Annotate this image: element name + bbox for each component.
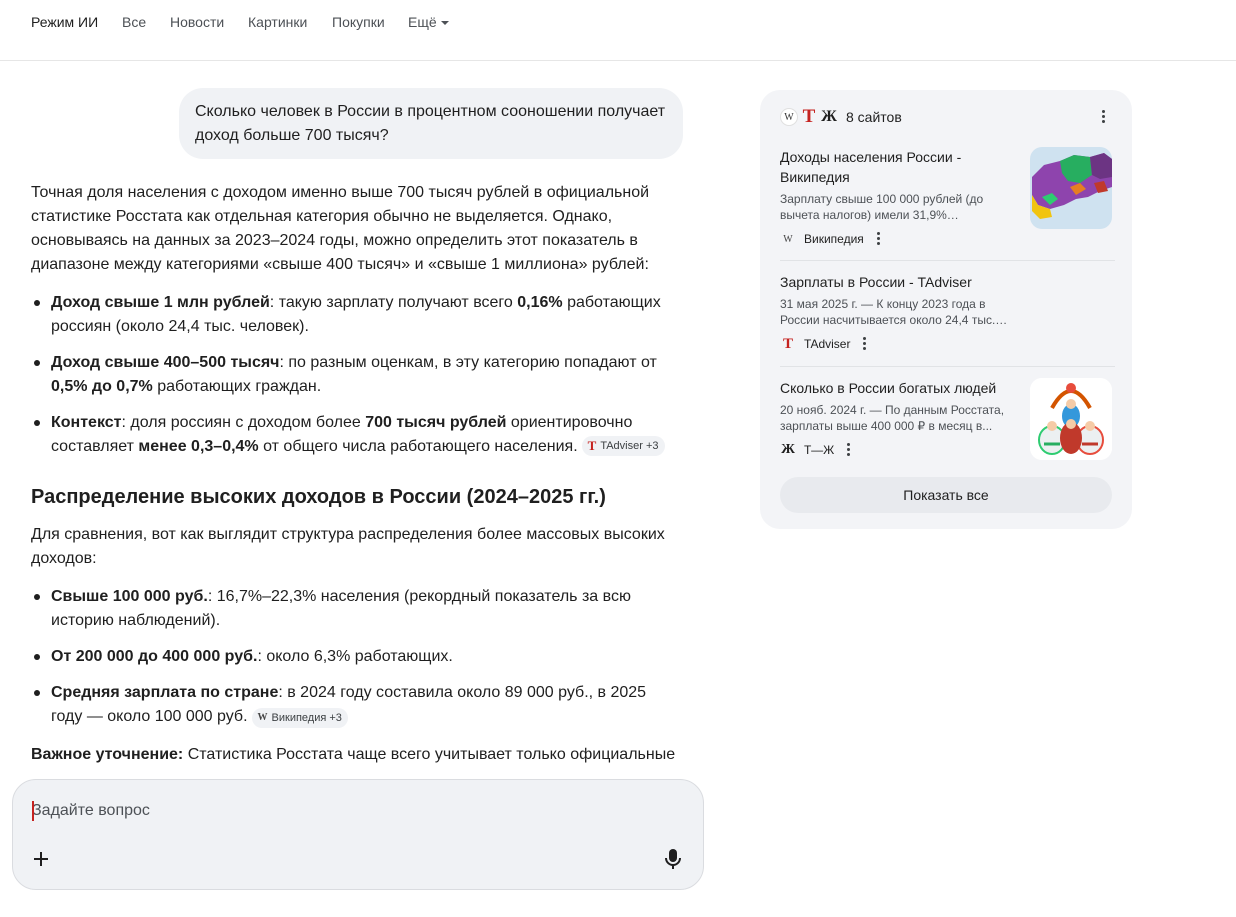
sources-header[interactable]: W T Ж 8 сайтов bbox=[780, 106, 902, 128]
tzh-icon: Ж bbox=[781, 442, 795, 457]
source-snippet: 31 мая 2025 г. — К концу 2023 года в Рос… bbox=[780, 297, 996, 327]
more-options-icon[interactable] bbox=[870, 231, 886, 247]
microphone-button[interactable] bbox=[661, 846, 685, 872]
source-chip-tadviser[interactable]: T TAdviser +3 bbox=[581, 436, 665, 456]
list-item-text: : по разным оценкам, в эту категорию поп… bbox=[279, 354, 657, 371]
source-site-name: Википедия bbox=[804, 232, 864, 246]
source-site: W Википедия bbox=[780, 231, 1112, 247]
tab-more-label: Ещё bbox=[408, 14, 437, 30]
list-item-bold: 0,5% до 0,7% bbox=[51, 378, 153, 395]
list-item-bold: Доход свыше 400–500 тысяч bbox=[51, 354, 280, 371]
source-site-name: TAdviser bbox=[804, 337, 851, 351]
answer-list-1: Доход свыше 1 млн рублей: такую зарплату… bbox=[31, 291, 681, 459]
tab-more[interactable]: Ещё bbox=[408, 14, 449, 30]
russia-map-thumbnail bbox=[1030, 147, 1112, 229]
source-title: Зарплаты в России - TAdviser bbox=[780, 274, 972, 290]
source-card[interactable]: Зарплаты в России - TAdviser 31 мая 2025… bbox=[780, 272, 1112, 354]
user-query: Сколько человек в России в процентном со… bbox=[179, 88, 683, 159]
matryoshka-thumbnail bbox=[1030, 378, 1112, 460]
more-options-icon[interactable] bbox=[1095, 109, 1111, 125]
tadviser-icon: T bbox=[782, 335, 793, 352]
section-heading: Распределение высоких доходов в России (… bbox=[31, 486, 606, 508]
wikipedia-icon: W bbox=[257, 712, 268, 723]
answer-note: Важное уточнение: Статистика Росстата ча… bbox=[31, 743, 681, 767]
tzh-icon: Ж bbox=[821, 108, 837, 125]
sources-count: 8 сайтов bbox=[846, 109, 902, 125]
note-bold: Важное уточнение: bbox=[31, 746, 184, 763]
divider bbox=[780, 366, 1115, 367]
tadviser-icon: T bbox=[587, 438, 597, 453]
source-title: Доходы населения России - Википедия bbox=[780, 149, 962, 185]
answer-para-2: Для сравнения, вот как выглядит структур… bbox=[31, 526, 665, 567]
wikipedia-icon: W bbox=[780, 108, 798, 126]
show-all-button[interactable]: Показать все bbox=[780, 477, 1112, 513]
list-item-bold: Свыше 100 000 руб. bbox=[51, 588, 208, 605]
list-item: Средняя зарплата по стране: в 2024 году … bbox=[31, 681, 681, 729]
tadviser-icon: T bbox=[802, 106, 816, 127]
ask-box bbox=[12, 779, 704, 890]
source-title: Сколько в России богатых людей bbox=[780, 380, 997, 396]
list-item-bold: Контекст bbox=[51, 414, 122, 431]
top-nav: Режим ИИ Все Новости Картинки Покупки Ещ… bbox=[0, 0, 1236, 61]
list-item-text: : доля россиян с доходом более bbox=[121, 414, 366, 431]
source-site-name: Т—Ж bbox=[804, 443, 835, 457]
chip-label: Википедия +3 bbox=[271, 712, 342, 724]
more-options-icon[interactable] bbox=[856, 336, 872, 352]
ask-input[interactable] bbox=[32, 800, 632, 822]
list-item-bold: От 200 000 до 400 000 руб. bbox=[51, 648, 258, 665]
list-item-text: от общего числа работающего населения. bbox=[258, 438, 578, 455]
list-item: Доход свыше 400–500 тысяч: по разным оце… bbox=[31, 351, 681, 399]
list-item-bold: 700 тысяч рублей bbox=[365, 414, 507, 431]
list-item-bold: Доход свыше 1 млн рублей bbox=[51, 294, 270, 311]
source-site: T TAdviser bbox=[780, 336, 1112, 352]
source-card[interactable]: Доходы населения России - Википедия Зарп… bbox=[780, 147, 1112, 249]
list-item: От 200 000 до 400 000 руб.: около 6,3% р… bbox=[31, 645, 681, 669]
list-item-bold: менее 0,3–0,4% bbox=[138, 438, 259, 455]
sources-panel: W T Ж 8 сайтов Доходы населения России -… bbox=[760, 90, 1132, 529]
tab-ai-mode[interactable]: Режим ИИ bbox=[31, 14, 98, 30]
list-item-text: работающих граждан. bbox=[152, 378, 322, 395]
divider bbox=[780, 260, 1115, 261]
add-attachment-button[interactable] bbox=[29, 847, 53, 871]
caret-down-icon bbox=[440, 21, 449, 26]
ai-answer: Точная доля населения с доходом именно в… bbox=[31, 181, 681, 781]
tab-news[interactable]: Новости bbox=[170, 14, 224, 30]
tab-images[interactable]: Картинки bbox=[248, 14, 307, 30]
source-chip-wikipedia[interactable]: W Википедия +3 bbox=[251, 708, 348, 728]
source-card[interactable]: Сколько в России богатых людей 20 нояб. … bbox=[780, 378, 1112, 462]
tab-all[interactable]: Все bbox=[122, 14, 146, 30]
microphone-icon bbox=[665, 849, 681, 869]
list-item-text: : такую зарплату получают всего bbox=[269, 294, 518, 311]
text-cursor bbox=[32, 801, 34, 821]
answer-list-2: Свыше 100 000 руб.: 16,7%–22,3% населени… bbox=[31, 585, 681, 729]
note-text: Статистика Росстата чаще всего учитывает… bbox=[183, 746, 676, 763]
list-item: Контекст: доля россиян с доходом более 7… bbox=[31, 411, 681, 459]
list-item-bold: Средняя зарплата по стране bbox=[51, 684, 279, 701]
wikipedia-icon: W bbox=[783, 233, 793, 245]
source-snippet: 20 нояб. 2024 г. — По данным Росстата, з… bbox=[780, 403, 1005, 433]
list-item-bold: 0,16% bbox=[517, 294, 563, 311]
tab-shopping[interactable]: Покупки bbox=[332, 14, 385, 30]
chip-label: TAdviser +3 bbox=[600, 440, 659, 452]
list-item: Доход свыше 1 млн рублей: такую зарплату… bbox=[31, 291, 681, 339]
more-options-icon[interactable] bbox=[840, 442, 856, 458]
source-snippet: Зарплату свыше 100 000 рублей (до вычета… bbox=[780, 192, 984, 222]
answer-intro: Точная доля населения с доходом именно в… bbox=[31, 184, 650, 273]
list-item-text: : около 6,3% работающих. bbox=[257, 648, 453, 665]
list-item: Свыше 100 000 руб.: 16,7%–22,3% населени… bbox=[31, 585, 681, 633]
